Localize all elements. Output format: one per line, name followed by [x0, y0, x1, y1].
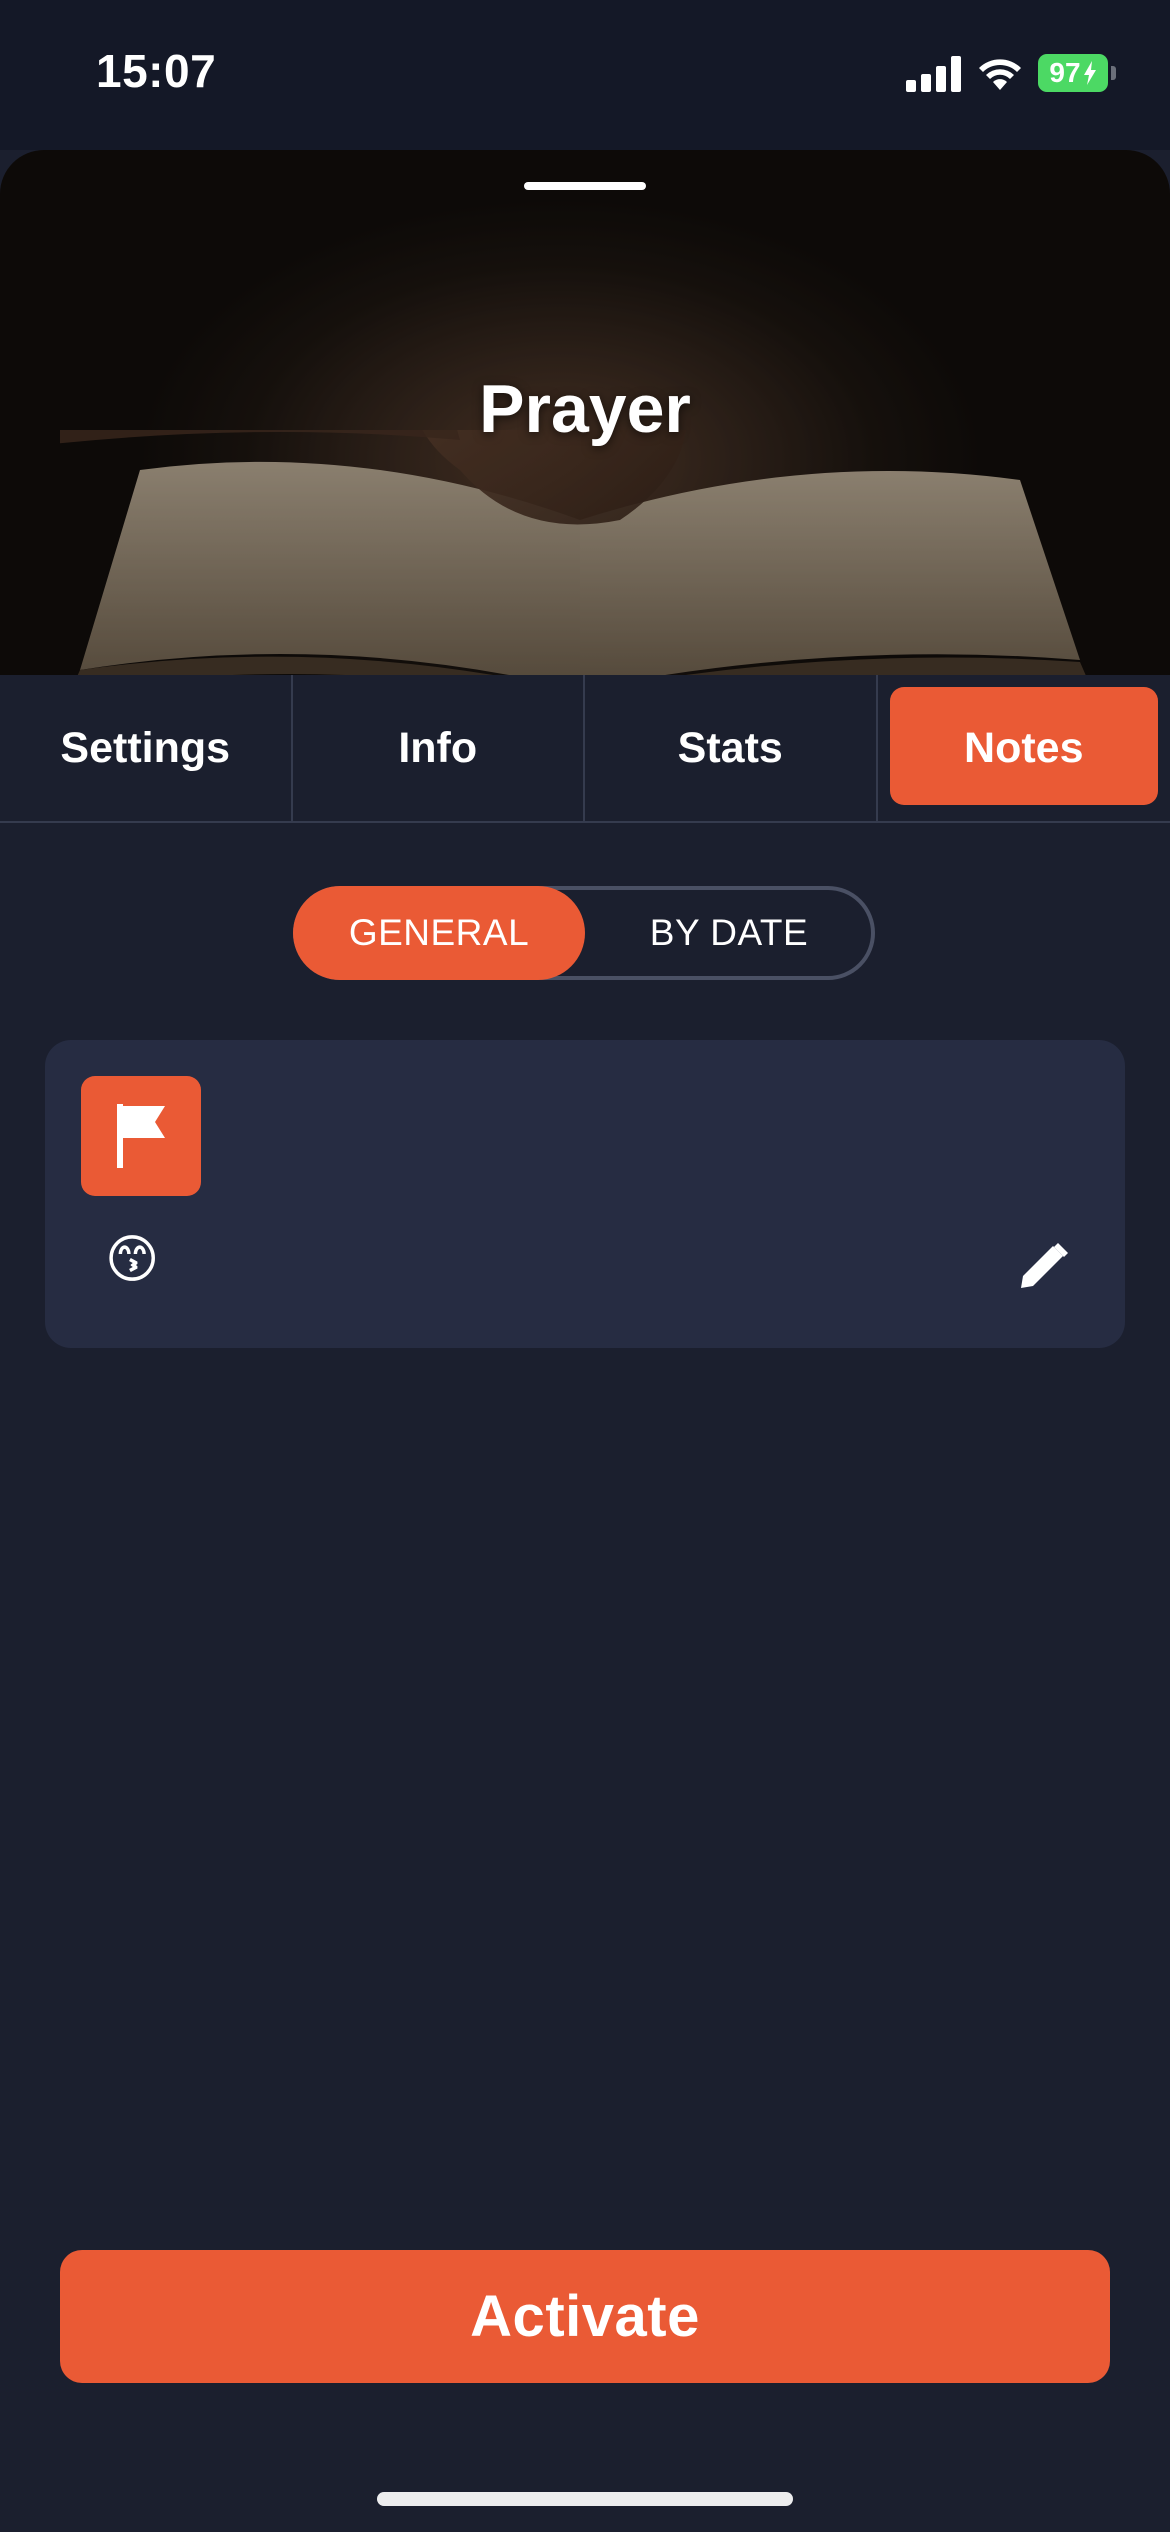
tab-stats[interactable]: Stats: [585, 675, 878, 821]
screen: 15:07 97 Prayer Settings Info Stats Note…: [0, 0, 1170, 2532]
tab-notes-label: Notes: [964, 723, 1084, 772]
cellular-signal-icon: [906, 56, 962, 92]
segment-general[interactable]: GENERAL: [293, 886, 585, 980]
battery-nub: [1111, 66, 1116, 80]
tab-info[interactable]: Info: [293, 675, 585, 821]
tab-settings[interactable]: Settings: [0, 675, 293, 821]
charging-bolt-icon: [1083, 61, 1096, 85]
flag-badge: [81, 1076, 201, 1196]
flag-icon: [117, 1104, 165, 1168]
battery-icon: 97: [1038, 54, 1108, 92]
notes-filter-segmented-control: GENERAL BY DATE: [293, 886, 875, 980]
wifi-icon: [979, 59, 1021, 90]
home-indicator[interactable]: [377, 2492, 793, 2506]
status-bar: 15:07 97: [0, 0, 1170, 150]
note-emoji: 😙: [105, 1231, 160, 1289]
tab-info-label: Info: [398, 723, 478, 772]
page-title: Prayer: [479, 371, 691, 447]
tab-settings-label: Settings: [60, 723, 231, 772]
header-image: Prayer: [0, 150, 1170, 675]
segment-by-date[interactable]: BY DATE: [583, 886, 875, 980]
status-time: 15:07: [96, 45, 217, 97]
sheet-grabber[interactable]: [524, 182, 646, 190]
battery-level: 97: [1049, 57, 1081, 88]
tab-notes[interactable]: Notes: [878, 675, 1170, 821]
tab-bar: Settings Info Stats Notes: [0, 675, 1170, 823]
tab-stats-label: Stats: [677, 723, 783, 772]
activate-button[interactable]: Activate: [60, 2250, 1110, 2383]
pencil-icon[interactable]: [1017, 1240, 1069, 1292]
note-card[interactable]: 😙: [45, 1040, 1125, 1348]
